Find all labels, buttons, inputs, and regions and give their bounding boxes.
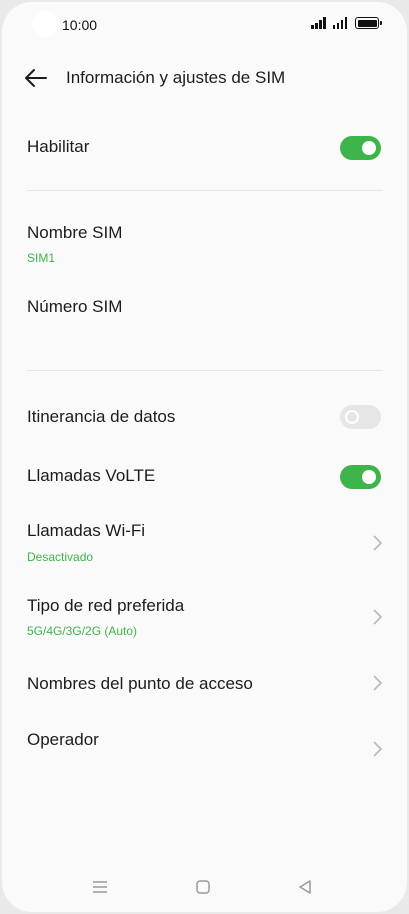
setting-value: 5G/4G/3G/2G (Auto) — [27, 624, 138, 638]
setting-itinerancia[interactable]: Itinerancia de datos — [2, 396, 407, 440]
menu-icon — [93, 881, 107, 893]
toggle-knob — [345, 410, 359, 424]
setting-numero-sim[interactable]: Número SIM — [2, 290, 407, 334]
page-title: Información y ajustes de SIM — [66, 68, 286, 87]
section-divider — [27, 370, 382, 371]
chevron-right-icon — [373, 535, 383, 551]
signal-icon — [332, 17, 347, 29]
setting-label: Itinerancia de datos — [27, 407, 176, 426]
setting-label: Llamadas VoLTE — [27, 466, 156, 485]
arrow-left-icon — [25, 69, 47, 87]
setting-apn[interactable]: Nombres del punto de acceso — [2, 664, 407, 708]
home-icon — [196, 880, 210, 894]
setting-label: Operador — [27, 730, 99, 749]
setting-label: Llamadas Wi-Fi — [27, 521, 146, 540]
toggle-knob — [362, 470, 376, 484]
phone-screen: 10:00 Información y ajustes de SIM Habil… — [2, 2, 407, 912]
setting-value: Desactivado — [27, 550, 94, 564]
chevron-right-icon — [373, 741, 383, 757]
app-bar: Información y ajustes de SIM — [2, 58, 407, 98]
front-camera-cutout — [32, 11, 58, 37]
itinerancia-toggle[interactable] — [340, 405, 381, 429]
back-triangle-icon — [299, 880, 311, 894]
chevron-right-icon — [373, 675, 383, 691]
setting-habilitar[interactable]: Habilitar — [2, 126, 407, 170]
recent-apps-button[interactable] — [87, 874, 113, 900]
navigation-bar — [2, 862, 407, 912]
setting-label: Nombres del punto de acceso — [27, 674, 253, 693]
back-button[interactable] — [22, 64, 52, 92]
battery-icon — [355, 17, 382, 29]
volte-toggle[interactable] — [340, 465, 381, 489]
setting-label: Nombre SIM — [27, 223, 123, 242]
status-icons — [311, 17, 382, 29]
home-button[interactable] — [190, 874, 216, 900]
signal-icon — [311, 17, 326, 29]
setting-label: Habilitar — [27, 137, 90, 156]
status-time: 10:00 — [62, 17, 98, 33]
setting-nombre-sim[interactable]: Nombre SIM SIM1 — [2, 216, 407, 272]
habilitar-toggle[interactable] — [340, 136, 381, 160]
setting-label: Tipo de red preferida — [27, 596, 185, 615]
status-bar: 10:00 — [2, 2, 407, 48]
setting-wifi-calls[interactable]: Llamadas Wi-Fi Desactivado — [2, 514, 407, 570]
setting-value: SIM1 — [27, 251, 56, 265]
back-nav-button[interactable] — [292, 874, 318, 900]
section-divider — [27, 190, 382, 191]
setting-label: Número SIM — [27, 297, 123, 316]
toggle-knob — [362, 141, 376, 155]
setting-operador[interactable]: Operador — [2, 720, 407, 780]
setting-red-preferida[interactable]: Tipo de red preferida 5G/4G/3G/2G (Auto) — [2, 588, 407, 644]
setting-volte[interactable]: Llamadas VoLTE — [2, 455, 407, 499]
chevron-right-icon — [373, 609, 383, 625]
